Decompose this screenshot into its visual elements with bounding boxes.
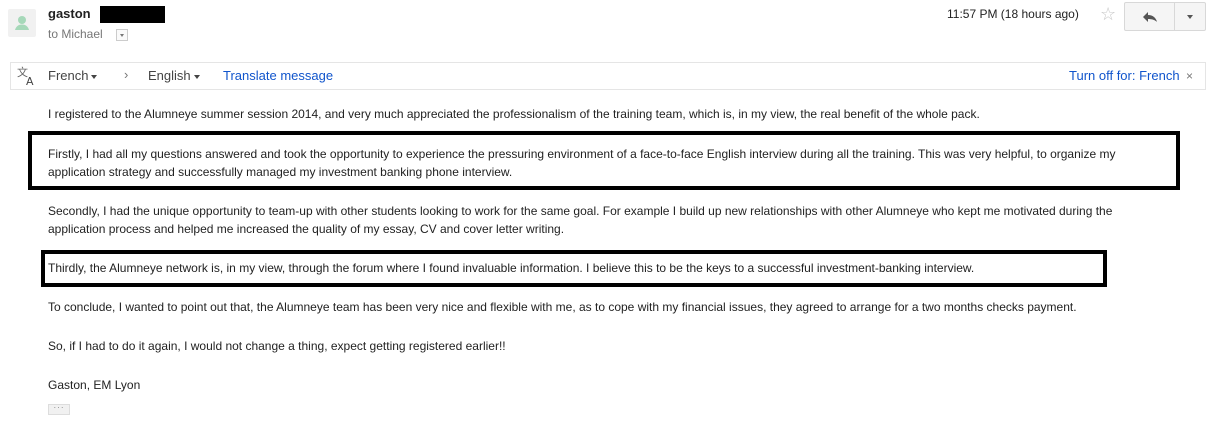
avatar <box>8 9 36 37</box>
redacted-email <box>100 6 165 23</box>
source-language-dropdown[interactable]: French <box>48 68 97 83</box>
timestamp: 11:57 PM (18 hours ago) <box>947 7 1079 21</box>
recipient-line: to Michael <box>48 27 103 41</box>
translate-message-link[interactable]: Translate message <box>223 68 333 83</box>
reply-button-group <box>1124 2 1206 31</box>
body-paragraph: So, if I had to do it again, I would not… <box>48 339 506 353</box>
target-language-dropdown[interactable]: English <box>148 68 200 83</box>
show-trimmed-content-button[interactable]: ··· <box>48 404 70 415</box>
svg-text:A: A <box>26 75 34 87</box>
reply-arrow-icon <box>1142 11 1157 22</box>
translate-bar: 文 A French › English Translate message T… <box>10 62 1206 90</box>
close-icon[interactable]: × <box>1186 69 1193 83</box>
sender-name: gaston <box>48 6 91 21</box>
show-details-button[interactable] <box>116 29 128 41</box>
reply-button[interactable] <box>1125 3 1175 30</box>
more-options-button[interactable] <box>1175 3 1205 30</box>
chevron-right-icon: › <box>124 67 129 82</box>
translate-icon: 文 A <box>17 65 34 87</box>
turn-off-translation-link[interactable]: Turn off for: French <box>1069 68 1180 83</box>
person-avatar-icon <box>15 16 29 30</box>
star-icon[interactable]: ☆ <box>1100 4 1116 24</box>
body-paragraph: I registered to the Alumneye summer sess… <box>48 107 980 121</box>
body-paragraph: Secondly, I had the unique opportunity t… <box>48 204 1113 236</box>
signature: Gaston, EM Lyon <box>48 378 141 392</box>
body-paragraph: Firstly, I had all my questions answered… <box>48 147 1116 179</box>
body-paragraph: Thirdly, the Alumneye network is, in my … <box>48 261 975 275</box>
body-paragraph: To conclude, I wanted to point out that,… <box>48 300 1077 314</box>
